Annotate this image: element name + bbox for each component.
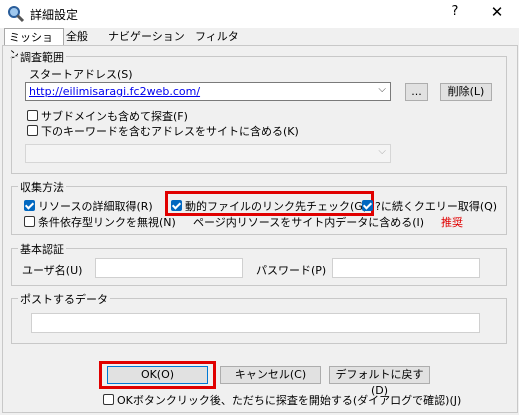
- cancel-button[interactable]: キャンセル(C): [220, 366, 321, 384]
- auth-legend: 基本認証: [18, 241, 66, 257]
- password-label: パスワード(P): [256, 264, 327, 277]
- subdomain-checkbox[interactable]: [27, 110, 38, 121]
- resource-detail-label: リソースの詳細取得(R): [38, 200, 153, 213]
- tab-filter[interactable]: フィルタ: [191, 28, 243, 45]
- start-url-value: http://eilimisaragi.fc2web.com/: [29, 85, 201, 98]
- post-data-input[interactable]: [31, 313, 480, 333]
- start-address-label: スタートアドレス(S): [29, 68, 133, 81]
- ignore-conditional-label: 条件依存型リンクを無視(N): [38, 216, 176, 229]
- ok-button[interactable]: OK(O): [107, 366, 208, 384]
- tab-mission[interactable]: ミッション: [4, 28, 64, 61]
- chevron-down-icon[interactable]: ⌵: [378, 84, 386, 95]
- help-icon[interactable]: ?: [444, 4, 466, 22]
- user-label: ユーザ名(U): [22, 264, 83, 277]
- resource-detail-checkbox[interactable]: [24, 200, 35, 211]
- user-input[interactable]: [95, 258, 243, 278]
- tab-navigation[interactable]: ナビゲーション: [104, 28, 189, 45]
- dynamic-link-label: 動的ファイルのリンク先チェック(G): [185, 200, 368, 213]
- keyword-checkbox[interactable]: [27, 125, 38, 136]
- start-on-ok-checkbox[interactable]: [103, 394, 114, 405]
- reset-default-button[interactable]: デフォルトに戻す(D): [329, 366, 430, 397]
- recommend-label: 推奨: [441, 216, 463, 229]
- keyword-label: 下のキーワードを含むアドレスをサイトに含める(K): [41, 125, 299, 138]
- close-icon[interactable]: ✕: [486, 4, 508, 22]
- subdomain-label: サブドメインも含めて探査(F): [41, 110, 188, 123]
- start-url-combo[interactable]: http://eilimisaragi.fc2web.com/ ⌵: [25, 82, 391, 101]
- magnifier-app-icon: [7, 5, 25, 23]
- delete-button[interactable]: 削除(L): [440, 83, 492, 101]
- query-checkbox[interactable]: [362, 200, 373, 211]
- survey-legend: 調査範囲: [18, 49, 66, 65]
- keyword-combo[interactable]: ⌵: [25, 144, 391, 163]
- page-internal-label: ページ内リソースをサイト内データに含める(I): [193, 216, 425, 229]
- password-input[interactable]: [332, 258, 480, 278]
- collection-legend: 収集方法: [18, 179, 66, 195]
- start-on-ok-label: OKボタンクリック後、ただちに探査を開始する(ダイアログで確認)(J): [117, 394, 462, 407]
- tab-general[interactable]: 全般: [62, 28, 92, 45]
- dynamic-link-checkbox[interactable]: [171, 200, 182, 211]
- ignore-conditional-checkbox[interactable]: [24, 216, 35, 227]
- post-legend: ポストするデータ: [18, 291, 110, 307]
- window-title: 詳細設定: [30, 8, 79, 22]
- query-label: ?に続くクエリー取得(Q): [375, 200, 498, 213]
- browse-button[interactable]: ...: [405, 83, 428, 101]
- chevron-down-icon[interactable]: ⌵: [378, 146, 386, 157]
